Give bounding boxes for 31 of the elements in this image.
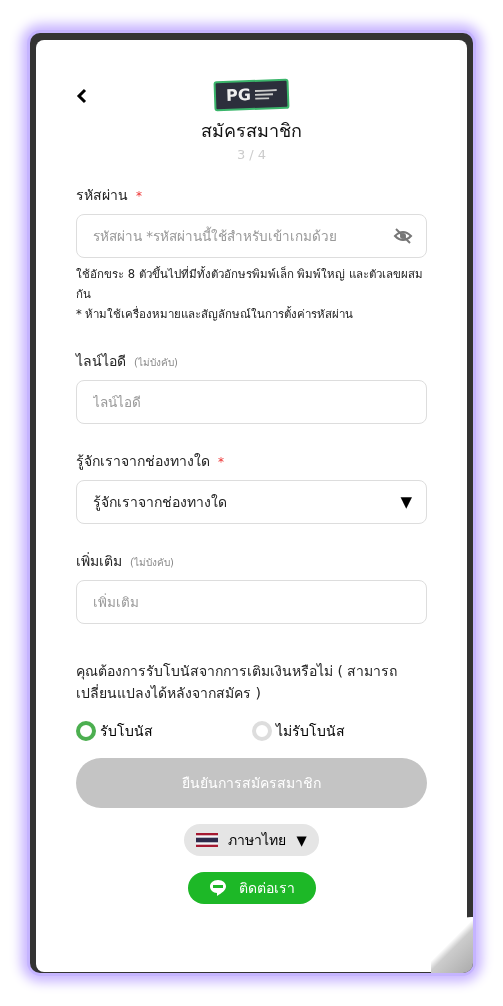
language-button[interactable]: ภาษาไทย ▼	[184, 824, 319, 856]
flag-icon	[196, 833, 219, 847]
field-label: เพิ่มเติม	[76, 551, 122, 571]
radio-label: รับโบนัส	[100, 722, 153, 741]
logo-text: PG	[225, 86, 252, 105]
contact-label: ติดต่อเรา	[238, 879, 295, 898]
required-mark: *	[218, 455, 224, 469]
radio-button[interactable]	[76, 721, 96, 741]
eye-slash-icon	[393, 227, 413, 245]
field-label: รหัสผ่าน	[76, 186, 128, 205]
hint-text: ใช้อักขระ 8 ตัวขึ้นไปที่มีทั้งตัวอักษรพิมพ์เล็ก พิมพ์ใหญ่ และตัวเลขผสมกัน	[76, 265, 424, 303]
optional-note: (ไม่บังคับ)	[134, 356, 178, 370]
dropdown[interactable]: รู้จักเราจากช่องทางใด ▼	[76, 480, 427, 524]
input-field[interactable]: เพิ่มเติม	[76, 580, 427, 624]
question-text: คุณต้องการรับโบนัสจากการเติมเงินหรือไม่ ( สามารถเปลี่ยนแปลงได้หลังจากสมัคร )	[76, 662, 399, 703]
language-label: ภาษาไทย	[228, 831, 287, 850]
page-title: สมัครสมาชิก	[201, 119, 302, 143]
radio-option[interactable]: รับโบนัส	[76, 720, 252, 742]
required-mark: *	[136, 189, 142, 203]
caret-icon: ▼	[400, 493, 412, 511]
dropdown-value: รู้จักเราจากช่องทางใด	[93, 493, 227, 513]
logo-lines-icon	[254, 89, 278, 100]
caret-icon: ▼	[296, 832, 307, 848]
radio-option[interactable]: ไม่รับโบนัส	[251, 720, 427, 742]
hint-text: * ห้ามใช้เครื่องหมายและสัญลักษณ์ในการตั้งค่ารหัสผ่าน	[76, 305, 355, 323]
optional-note: (ไม่บังคับ)	[130, 556, 174, 570]
field-label: ไลน์ไอดี	[76, 352, 126, 371]
password-field[interactable]: รหัสผ่าน *รหัสผ่านนี้ใช้สำหรับเข้าเกมด้วย	[76, 214, 427, 258]
field-label: รู้จักเราจากช่องทางใด	[76, 452, 210, 472]
chat-bubble-icon	[208, 879, 227, 897]
radio-label: ไม่รับโบนัส	[275, 722, 345, 741]
